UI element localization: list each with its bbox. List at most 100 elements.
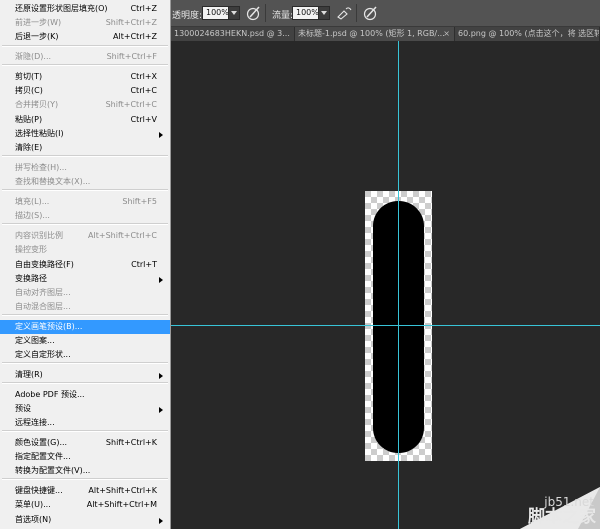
menu-item: 操控变形 — [0, 243, 170, 257]
menu-item-label: 自动混合图层... — [15, 302, 71, 311]
menu-item[interactable]: 首选项(N) — [0, 513, 170, 527]
menu-item: 自动对齐图层... — [0, 286, 170, 300]
pressure-opacity-icon[interactable] — [244, 4, 262, 22]
menu-item-label: 变换路径 — [15, 274, 47, 283]
menu-item-shortcut: Alt+Shift+Ctrl+M — [86, 500, 157, 509]
menu-item-shortcut: Ctrl+Z — [130, 4, 157, 13]
menu-item[interactable]: 清理(R) — [0, 368, 170, 382]
menu-item-label: 描边(S)... — [15, 211, 50, 220]
menu-item: 描边(S)... — [0, 209, 170, 223]
flow-dropdown-button[interactable] — [318, 6, 330, 20]
menu-item-label: 自由变换路径(F) — [15, 260, 74, 269]
menu-item-label: 拼写检查(H)... — [15, 163, 67, 172]
menu-item-shortcut: Shift+Ctrl+F — [106, 52, 157, 61]
menu-separator — [2, 155, 168, 157]
tab-document-1[interactable]: 1300024683HEKN.psd @ 3... — [171, 27, 295, 41]
menu-item-label: 定义图案... — [15, 336, 55, 345]
menu-item-label: 操控变形 — [15, 245, 47, 254]
menu-item-shortcut: Shift+Ctrl+K — [105, 438, 157, 447]
menu-item-shortcut: Shift+F5 — [122, 197, 157, 206]
menu-item-label: 清理(R) — [15, 370, 43, 379]
menu-separator — [2, 223, 168, 225]
flow-label: 流量: — [272, 11, 294, 21]
menu-item-label: 键盘快捷键... — [15, 486, 63, 495]
menu-item-label: 粘贴(P) — [15, 115, 43, 124]
menu-item[interactable]: 预设 — [0, 402, 170, 416]
menu-item-label: 渐隐(D)... — [15, 52, 52, 61]
menu-separator — [2, 478, 168, 480]
pressure-size-icon[interactable] — [361, 4, 379, 22]
menu-item-shortcut: Alt+Shift+Ctrl+K — [88, 486, 157, 495]
submenu-arrow-icon — [159, 518, 163, 524]
menu-item-shortcut: Shift+Ctrl+Z — [105, 18, 157, 27]
menu-item[interactable]: 选择性粘贴(I) — [0, 127, 170, 141]
watermark-brand: 脚本之家 — [528, 507, 596, 527]
menu-item-label: 前进一步(W) — [15, 18, 62, 27]
menu-item[interactable]: 指定配置文件... — [0, 450, 170, 464]
flow-input[interactable]: 100% — [292, 6, 319, 20]
submenu-arrow-icon — [159, 373, 163, 379]
menu-item: 内容识别比例 Alt+Shift+Ctrl+C — [0, 229, 170, 243]
toolbar-divider — [265, 4, 266, 22]
opacity-label: 透明度: — [172, 11, 203, 21]
menu-item[interactable]: 还原设置形状图层填充(O) Ctrl+Z — [0, 2, 170, 16]
menu-item[interactable]: 颜色设置(G)... Shift+Ctrl+K — [0, 436, 170, 450]
menu-item[interactable]: 拷贝(C) Ctrl+C — [0, 84, 170, 98]
menu-item-label: 清除(E) — [15, 143, 43, 152]
menu-item-label: Adobe PDF 预设... — [15, 390, 85, 399]
menu-item-shortcut: Shift+Ctrl+C — [105, 100, 157, 109]
menu-item[interactable]: 定义自定形状... — [0, 348, 170, 362]
menu-item-label: 定义自定形状... — [15, 350, 71, 359]
tab-document-3[interactable]: 60.png @ 100% (点击这个，将 选区转 — [455, 27, 600, 41]
menu-separator — [2, 430, 168, 432]
menu-item[interactable]: 剪切(T) Ctrl+X — [0, 70, 170, 84]
menu-item-label: 首选项(N) — [15, 515, 52, 524]
menu-item-label: 菜单(U)... — [15, 500, 51, 509]
menu-item[interactable]: 粘贴(P) Ctrl+V — [0, 113, 170, 127]
menu-item-shortcut: Ctrl+C — [130, 86, 157, 95]
menu-item-label: 合并拷贝(Y) — [15, 100, 59, 109]
menu-item: 前进一步(W) Shift+Ctrl+Z — [0, 16, 170, 30]
menu-item-label: 指定配置文件... — [15, 452, 71, 461]
menu-item-label: 内容识别比例 — [15, 231, 63, 240]
menu-item[interactable]: 清除(E) — [0, 141, 170, 155]
menu-item[interactable]: 变换路径 — [0, 272, 170, 286]
menu-separator — [2, 314, 168, 316]
submenu-arrow-icon — [159, 277, 163, 283]
menu-item[interactable]: 后退一步(K) Alt+Ctrl+Z — [0, 30, 170, 44]
close-icon[interactable]: × — [443, 27, 450, 41]
tab-label: 未标题-1.psd @ 100% (矩形 1, RGB/... — [298, 29, 445, 38]
menu-item[interactable]: 定义画笔预设(B)... — [0, 320, 170, 334]
menu-item-label: 选择性粘贴(I) — [15, 129, 64, 138]
submenu-arrow-icon — [159, 407, 163, 413]
vertical-guide[interactable] — [398, 41, 399, 529]
menu-item-label: 定义画笔预设(B)... — [15, 322, 83, 331]
menu-item-label: 预设 — [15, 404, 31, 413]
menu-item[interactable]: 键盘快捷键... Alt+Shift+Ctrl+K — [0, 484, 170, 498]
menu-item-shortcut: Ctrl+X — [130, 72, 157, 81]
menu-item[interactable]: 自由变换路径(F) Ctrl+T — [0, 258, 170, 272]
tab-label: 1300024683HEKN.psd @ 3... — [174, 29, 290, 38]
menu-separator — [2, 382, 168, 384]
tab-document-2[interactable]: 未标题-1.psd @ 100% (矩形 1, RGB/... × — [295, 27, 455, 41]
menu-item-shortcut: Alt+Ctrl+Z — [113, 32, 157, 41]
edit-menu: 还原设置形状图层填充(O) Ctrl+Z 前进一步(W) Shift+Ctrl+Z 后退… — [0, 0, 171, 529]
menu-item[interactable]: 菜单(U)... Alt+Shift+Ctrl+M — [0, 498, 170, 512]
airbrush-icon[interactable] — [335, 4, 353, 22]
tab-label: 60.png @ 100% (点击这个，将 选区转 — [458, 29, 600, 38]
menu-item-label: 还原设置形状图层填充(O) — [15, 4, 108, 13]
opacity-input[interactable]: 100% — [202, 6, 229, 20]
toolbar-divider — [356, 4, 357, 22]
menu-separator — [2, 362, 168, 364]
menu-item[interactable]: 远程连接... — [0, 416, 170, 430]
menu-item[interactable]: Adobe PDF 预设... — [0, 388, 170, 402]
menu-item: 查找和替换文本(X)... — [0, 175, 170, 189]
menu-item: 拼写检查(H)... — [0, 161, 170, 175]
menu-item[interactable]: 转换为配置文件(V)... — [0, 464, 170, 478]
menu-item-label: 颜色设置(G)... — [15, 438, 68, 447]
menu-item[interactable]: 定义图案... — [0, 334, 170, 348]
menu-item: 自动混合图层... — [0, 300, 170, 314]
opacity-dropdown-button[interactable] — [228, 6, 240, 20]
menu-item-shortcut: Ctrl+V — [130, 115, 157, 124]
menu-item-label: 远程连接... — [15, 418, 55, 427]
